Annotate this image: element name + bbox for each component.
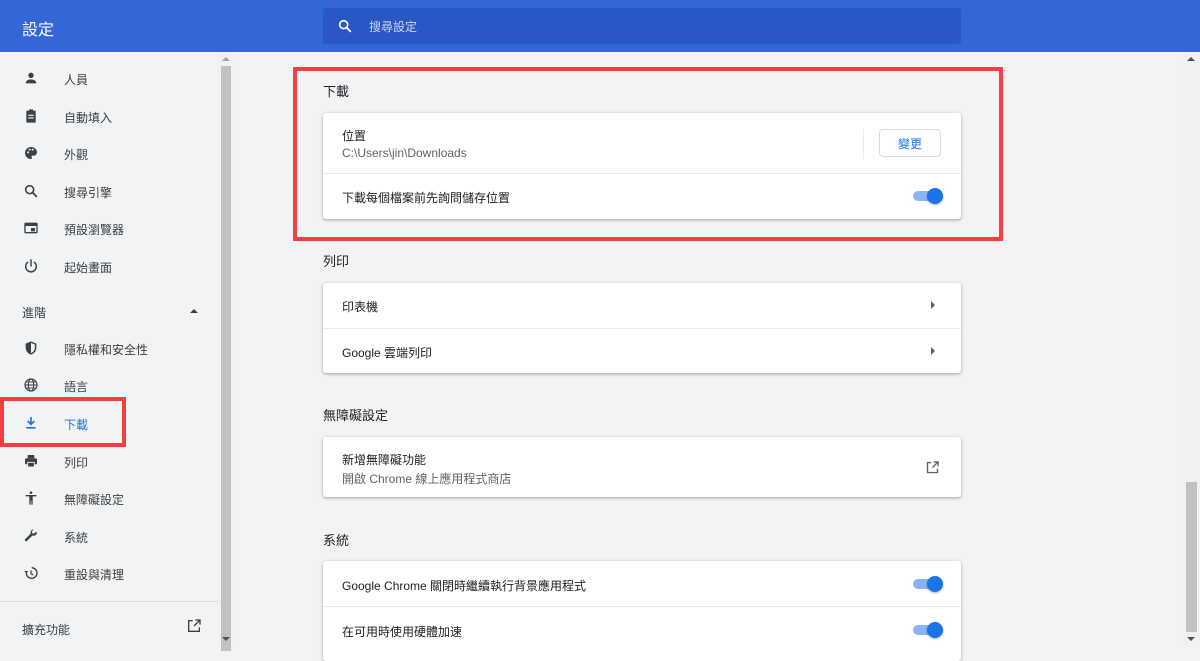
ask-location-label: 下載每個檔案前先詢問儲存位置 xyxy=(342,191,511,205)
page-title: 設定 xyxy=(22,22,55,39)
change-location-button[interactable]: 變更 xyxy=(879,129,941,157)
wrench-icon xyxy=(22,527,40,545)
globe-icon xyxy=(22,376,40,394)
sidebar-item-printing[interactable]: 列印 xyxy=(0,442,218,480)
power-icon xyxy=(22,257,40,275)
sidebar-item-label: 預設瀏覽器 xyxy=(64,223,125,237)
sidebar-item-reset[interactable]: 重設與清理 xyxy=(0,554,218,592)
advanced-section-label[interactable]: 進階 xyxy=(22,304,46,321)
scroll-down-arrow-icon[interactable] xyxy=(222,637,230,642)
sidebar-item-label: 重設與清理 xyxy=(64,568,125,582)
clipboard-icon xyxy=(22,107,40,125)
sidebar-item-label: 列印 xyxy=(64,456,89,470)
sidebar-item-default-browser[interactable]: 預設瀏覽器 xyxy=(0,209,218,247)
location-label: 位置 xyxy=(342,129,367,143)
sidebar-divider xyxy=(0,601,218,602)
sidebar-item-label: 系統 xyxy=(64,531,89,545)
background-apps-label: Google Chrome 關閉時繼續執行背景應用程式 xyxy=(342,579,587,593)
hardware-accel-row[interactable]: 在可用時使用硬體加速 xyxy=(323,607,961,652)
ask-location-toggle[interactable] xyxy=(913,187,943,205)
sidebar-item-startup[interactable]: 起始畫面 xyxy=(0,247,218,285)
background-apps-toggle[interactable] xyxy=(913,575,943,593)
hardware-accel-label: 在可用時使用硬體加速 xyxy=(342,625,463,639)
system-section-title: 系統 xyxy=(323,533,350,548)
row-separator xyxy=(863,129,864,159)
add-accessibility-row[interactable]: 新增無障礙功能 開啟 Chrome 線上應用程式商店 xyxy=(323,437,961,497)
scrollbar-thumb[interactable] xyxy=(221,66,231,651)
sidebar-item-privacy[interactable]: 隱私權和安全性 xyxy=(0,329,218,367)
sidebar-item-label: 語言 xyxy=(64,380,89,394)
cloud-print-label: Google 雲端列印 xyxy=(342,346,433,360)
scroll-down-arrow-icon[interactable] xyxy=(1187,637,1195,642)
hardware-accel-toggle[interactable] xyxy=(913,621,943,639)
sidebar-item-appearance[interactable]: 外觀 xyxy=(0,134,218,172)
sidebar-item-accessibility[interactable]: 無障礙設定 xyxy=(0,479,218,517)
person-icon xyxy=(22,69,40,87)
chevron-right-icon xyxy=(931,347,935,355)
add-accessibility-label: 新增無障礙功能 xyxy=(342,453,427,467)
sidebar-item-people[interactable]: 人員 xyxy=(0,59,218,97)
main-scrollbar[interactable] xyxy=(1183,52,1200,646)
shield-icon xyxy=(22,339,40,357)
search-icon xyxy=(22,182,40,200)
accessibility-icon xyxy=(22,489,40,507)
printing-card: 印表機 Google 雲端列印 xyxy=(323,283,961,373)
download-location-row: 位置 C:\Users\jin\Downloads 變更 xyxy=(323,113,961,173)
downloads-card: 位置 C:\Users\jin\Downloads 變更 下載每個檔案前先詢問儲… xyxy=(323,113,961,219)
history-icon xyxy=(22,564,40,582)
browser-icon xyxy=(22,219,40,237)
search-input[interactable] xyxy=(367,8,931,46)
collapse-arrow-icon[interactable] xyxy=(190,308,198,314)
extensions-link[interactable]: 擴充功能 xyxy=(22,621,70,638)
top-bar: 設定 xyxy=(0,0,1200,52)
cloud-print-row[interactable]: Google 雲端列印 xyxy=(323,329,961,373)
scrollbar-thumb[interactable] xyxy=(1186,482,1197,632)
add-accessibility-sub: 開啟 Chrome 線上應用程式商店 xyxy=(342,472,512,486)
sidebar: 人員 自動填入 外觀 搜尋引擎 預設瀏覽器 起始畫面 進階 隱私權和安全性 語言… xyxy=(0,52,218,646)
sidebar-item-label: 無障礙設定 xyxy=(64,493,125,507)
download-icon xyxy=(22,414,40,432)
downloads-section-title: 下載 xyxy=(323,84,350,99)
scroll-up-arrow-icon[interactable] xyxy=(1187,56,1195,61)
printers-label: 印表機 xyxy=(342,300,379,314)
printer-icon xyxy=(22,452,40,470)
sidebar-item-system[interactable]: 系統 xyxy=(0,517,218,555)
chevron-right-icon xyxy=(931,301,935,309)
sidebar-item-label: 起始畫面 xyxy=(64,261,113,275)
sidebar-item-label: 自動填入 xyxy=(64,111,113,125)
sidebar-item-language[interactable]: 語言 xyxy=(0,366,218,404)
open-in-new-icon[interactable] xyxy=(186,618,202,634)
search-icon xyxy=(338,19,352,33)
sidebar-item-label: 人員 xyxy=(64,73,89,87)
search-box[interactable] xyxy=(323,8,961,46)
sidebar-item-label: 搜尋引擎 xyxy=(64,186,113,200)
accessibility-section-title: 無障礙設定 xyxy=(323,408,389,423)
printing-section-title: 列印 xyxy=(323,254,350,269)
palette-icon xyxy=(22,144,40,162)
ask-location-row[interactable]: 下載每個檔案前先詢問儲存位置 xyxy=(323,174,961,219)
sidebar-item-label: 隱私權和安全性 xyxy=(64,343,149,357)
sidebar-item-search-engine[interactable]: 搜尋引擎 xyxy=(0,172,218,210)
printers-row[interactable]: 印表機 xyxy=(323,283,961,328)
sidebar-item-label: 下載 xyxy=(64,418,89,432)
sidebar-item-downloads[interactable]: 下載 xyxy=(0,404,218,442)
location-value: C:\Users\jin\Downloads xyxy=(342,146,467,160)
scroll-up-arrow-icon[interactable] xyxy=(222,56,230,61)
accessibility-card: 新增無障礙功能 開啟 Chrome 線上應用程式商店 xyxy=(323,437,961,497)
sidebar-scrollbar[interactable] xyxy=(218,52,234,651)
background-apps-row[interactable]: Google Chrome 關閉時繼續執行背景應用程式 xyxy=(323,561,961,606)
sidebar-item-label: 外觀 xyxy=(64,148,89,162)
open-in-new-icon[interactable] xyxy=(925,460,940,475)
system-card: Google Chrome 關閉時繼續執行背景應用程式 在可用時使用硬體加速 xyxy=(323,561,961,661)
sidebar-item-autofill[interactable]: 自動填入 xyxy=(0,97,218,135)
